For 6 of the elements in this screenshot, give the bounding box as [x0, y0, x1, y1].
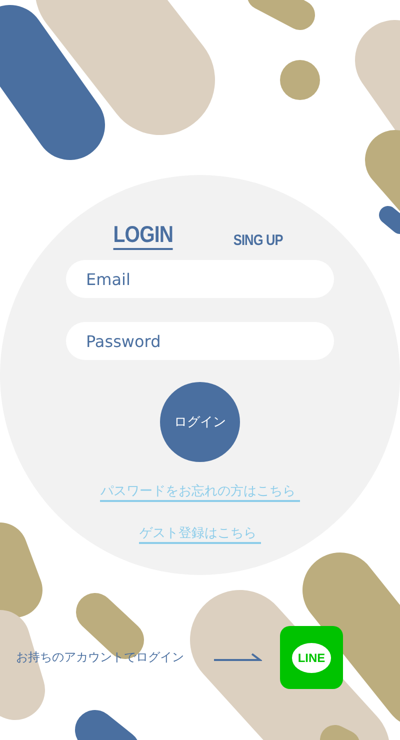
- email-field[interactable]: Email: [66, 260, 334, 298]
- line-login-button[interactable]: LINE: [280, 626, 343, 689]
- login-button[interactable]: ログイン: [160, 382, 240, 462]
- password-field[interactable]: Password: [66, 322, 334, 360]
- tab[interactable]: LOGIN: [114, 221, 174, 250]
- tab[interactable]: SING UP: [232, 232, 282, 250]
